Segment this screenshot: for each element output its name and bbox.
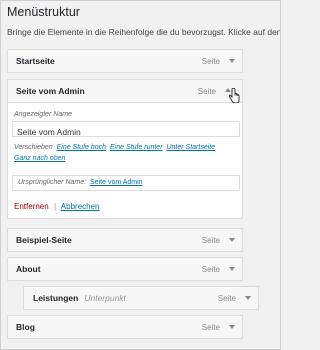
- menu-item-label: Leistungen Unterpunkt: [33, 293, 126, 303]
- menu-item-about[interactable]: About Seite: [7, 257, 243, 281]
- menu-item-label: Seite vom Admin: [16, 86, 85, 96]
- original-name-label: Ursprünglicher Name:: [18, 179, 87, 186]
- expand-arrow-icon[interactable]: [229, 267, 235, 271]
- move-label: Verschieben: [14, 144, 53, 151]
- move-under-link[interactable]: Unter Startseite: [166, 144, 215, 151]
- menu-structure-panel: Menüstruktur Bringe die Elemente in die …: [0, 0, 281, 350]
- menu-item-type: Seite: [197, 87, 216, 96]
- nav-label-field[interactable]: [13, 125, 239, 139]
- menu-item-leistungen[interactable]: Leistungen Unterpunkt Seite: [23, 286, 259, 310]
- cancel-link[interactable]: Abbrechen: [61, 202, 100, 211]
- menu-item-type: Seite: [201, 323, 220, 332]
- expand-arrow-icon[interactable]: [229, 325, 235, 329]
- menu-item-blog[interactable]: Blog Seite: [7, 315, 243, 339]
- nav-label-title: Angezeigter Name: [14, 111, 72, 118]
- menu-item-label-text: Leistungen: [33, 293, 79, 303]
- menu-item-beispiel-seite[interactable]: Beispiel-Seite Seite: [7, 228, 243, 252]
- item-actions: Entfernen | Abbrechen: [14, 202, 100, 211]
- expand-arrow-icon[interactable]: [229, 59, 235, 63]
- expand-arrow-icon[interactable]: [245, 296, 251, 300]
- menu-item-label: About: [16, 264, 41, 274]
- original-name-box: Ursprünglicher Name: Seite vom Admin: [12, 175, 240, 191]
- menu-item-label: Startseite: [16, 56, 55, 66]
- move-top-link[interactable]: Ganz nach oben: [14, 155, 65, 162]
- original-name-link[interactable]: Seite vom Admin: [90, 179, 143, 186]
- menu-item-type: Seite: [201, 236, 220, 245]
- menu-item-settings: Angezeigter Name Verschieben Eine Stufe …: [7, 103, 243, 219]
- action-separator: |: [53, 202, 57, 211]
- move-down-link[interactable]: Eine Stufe runter: [110, 144, 163, 151]
- move-row-2: Ganz nach oben: [14, 155, 65, 162]
- menu-item-type: Seite: [201, 57, 220, 66]
- menu-item-label: Blog: [16, 322, 35, 332]
- move-row: Verschieben Eine Stufe hoch Eine Stufe r…: [14, 144, 215, 151]
- section-title: Menüstruktur: [7, 5, 80, 19]
- remove-link[interactable]: Entfernen: [14, 202, 49, 211]
- section-description: Bringe die Elemente in die Reihenfolge d…: [7, 27, 281, 37]
- expand-arrow-icon[interactable]: [229, 238, 235, 242]
- hand-cursor-icon: [228, 88, 240, 104]
- menu-item-type: Seite: [201, 265, 220, 274]
- subitem-tag: Unterpunkt: [84, 293, 126, 303]
- menu-item-startseite[interactable]: Startseite Seite: [7, 49, 243, 73]
- menu-item-type: Seite: [217, 294, 236, 303]
- menu-item-seite-vom-admin[interactable]: Seite vom Admin Seite: [7, 79, 243, 104]
- menu-item-label: Beispiel-Seite: [16, 235, 72, 245]
- nav-label-input[interactable]: [12, 121, 240, 139]
- move-up-link[interactable]: Eine Stufe hoch: [57, 144, 106, 151]
